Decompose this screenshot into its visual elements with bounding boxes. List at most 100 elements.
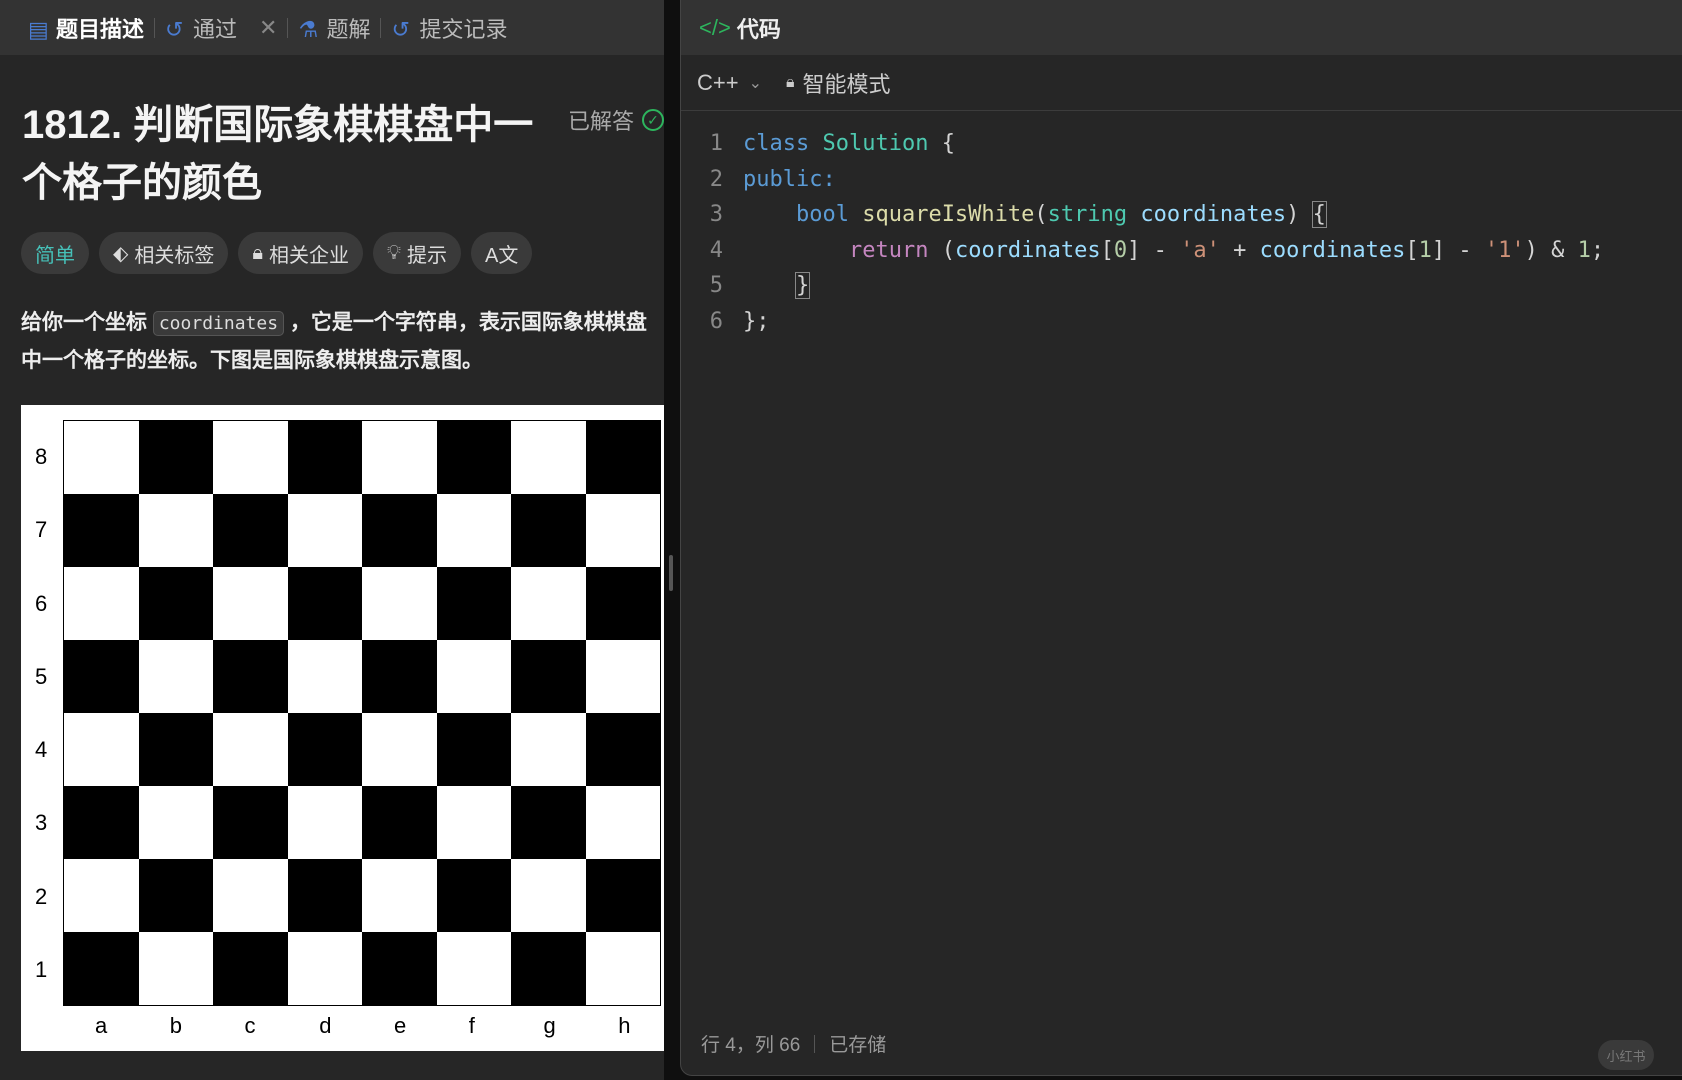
difficulty-badge[interactable]: 简单 (21, 232, 89, 274)
board-square (585, 859, 660, 932)
file-label: d (319, 1013, 332, 1038)
board-square (138, 932, 213, 1005)
solved-status: 已解答 ✓ (568, 104, 664, 136)
tab-submissions[interactable]: ↺ 提交记录 (381, 0, 517, 55)
board-square (362, 859, 437, 932)
tag-row: 简单 ⬖ 相关标签 🔒︎ 相关企业 💡︎ 提示 A文 (21, 232, 533, 274)
board-square (287, 494, 362, 567)
code-line: 1 class Solution { (709, 131, 955, 157)
file-label: e (394, 1013, 407, 1038)
close-icon[interactable]: ✕ (259, 15, 277, 41)
board-square (362, 494, 437, 567)
language-select[interactable]: C++ ⌄ (697, 70, 762, 96)
board-square (585, 567, 660, 640)
board-square (213, 713, 288, 786)
board-square (436, 421, 511, 494)
tag-icon: ⬖ (113, 242, 129, 265)
editor-toolbar: C++ ⌄ 🔒︎ 智能模式 (681, 55, 1682, 111)
code-panel: </> 代码 C++ ⌄ 🔒︎ 智能模式 1 class Solution { 2 pub… (680, 0, 1682, 1076)
board-square (362, 932, 437, 1005)
board-square (287, 713, 362, 786)
board-square (64, 859, 139, 932)
board-square (511, 567, 586, 640)
board-square (362, 786, 437, 859)
board-square (287, 421, 362, 494)
rank-label: 5 (35, 663, 48, 689)
problem-description: 给你一个坐标 coordinates ，它是一个字符串，表示国际象棋棋盘中一个格… (21, 311, 647, 372)
tab-accepted[interactable]: ↺ 通过 ✕ (155, 0, 287, 55)
board-square (138, 640, 213, 713)
board-square (138, 494, 213, 567)
board-square (138, 567, 213, 640)
code-panel-header: </> 代码 (681, 0, 1682, 55)
board-square (138, 713, 213, 786)
board-square (64, 421, 139, 494)
lock-icon: 🔒︎ (252, 241, 264, 264)
tab-description[interactable]: ▤ 题目描述 (18, 0, 154, 55)
board-square (64, 567, 139, 640)
history-icon: ↺ (391, 16, 410, 42)
file-label: a (95, 1013, 108, 1038)
board-square (64, 494, 139, 567)
rank-label: 1 (35, 956, 48, 982)
board-square (213, 786, 288, 859)
board-square (511, 859, 586, 932)
board-square (64, 932, 139, 1005)
rank-label: 2 (35, 883, 48, 909)
rank-label: 3 (35, 810, 48, 836)
board-square (362, 421, 437, 494)
board-square (213, 421, 288, 494)
board-square (511, 713, 586, 786)
board-square (287, 567, 362, 640)
tab-solutions[interactable]: ⚗ 题解 (288, 0, 380, 55)
board-square (511, 932, 586, 1005)
board-square (138, 786, 213, 859)
left-tab-bar: ▤ 题目描述 ↺ 通过 ✕ ⚗ 题解 ↺ 提交记录 (0, 0, 664, 55)
code-editor[interactable]: 1 class Solution { 2 public: 3 bool square… (681, 126, 1682, 339)
code-line: 6}; (709, 308, 770, 334)
smart-mode-toggle[interactable]: 🔒︎ 智能模式 (786, 67, 891, 99)
board-square (585, 494, 660, 567)
board-square (585, 640, 660, 713)
code-icon: </> (699, 14, 731, 40)
board-square (213, 567, 288, 640)
board-square (138, 859, 213, 932)
lightbulb-icon: 💡︎ (387, 241, 402, 264)
editor-status-bar: 行 4，列 66 已存储 (701, 1030, 886, 1057)
watermark: 小红书 (1598, 1040, 1654, 1070)
file-label: h (618, 1013, 631, 1038)
board-square (585, 421, 660, 494)
board-square (138, 421, 213, 494)
rank-label: 7 (35, 517, 48, 543)
translate-button[interactable]: A文 (471, 232, 533, 274)
check-icon: ✓ (642, 109, 664, 131)
history-icon: ↺ (165, 16, 184, 42)
board-square (585, 932, 660, 1005)
flask-icon: ⚗ (298, 16, 319, 42)
file-label: b (169, 1013, 182, 1038)
board-square (436, 786, 511, 859)
code-line: 2 public: (709, 166, 836, 192)
board-square (287, 859, 362, 932)
related-tags-button[interactable]: ⬖ 相关标签 (99, 232, 229, 274)
translate-icon: A文 (485, 244, 519, 267)
board-square (585, 713, 660, 786)
board-square (585, 786, 660, 859)
file-label: c (244, 1013, 256, 1038)
board-square (436, 713, 511, 786)
resize-handle[interactable] (669, 555, 673, 591)
board-square (511, 640, 586, 713)
board-square (362, 640, 437, 713)
board-square (436, 567, 511, 640)
problem-panel: ▤ 题目描述 ↺ 通过 ✕ ⚗ 题解 ↺ 提交记录 1812. 判断国际象棋棋盘中一个格子… (0, 0, 664, 1080)
board-square (213, 640, 288, 713)
related-companies-button[interactable]: 🔒︎ 相关企业 (238, 232, 364, 274)
lock-icon: 🔒︎ (786, 73, 795, 91)
hint-button[interactable]: 💡︎ 提示 (373, 232, 462, 274)
board-square (213, 494, 288, 567)
board-square (436, 932, 511, 1005)
board-square (213, 932, 288, 1005)
file-label: g (543, 1013, 556, 1038)
board-square (64, 713, 139, 786)
board-square (436, 859, 511, 932)
